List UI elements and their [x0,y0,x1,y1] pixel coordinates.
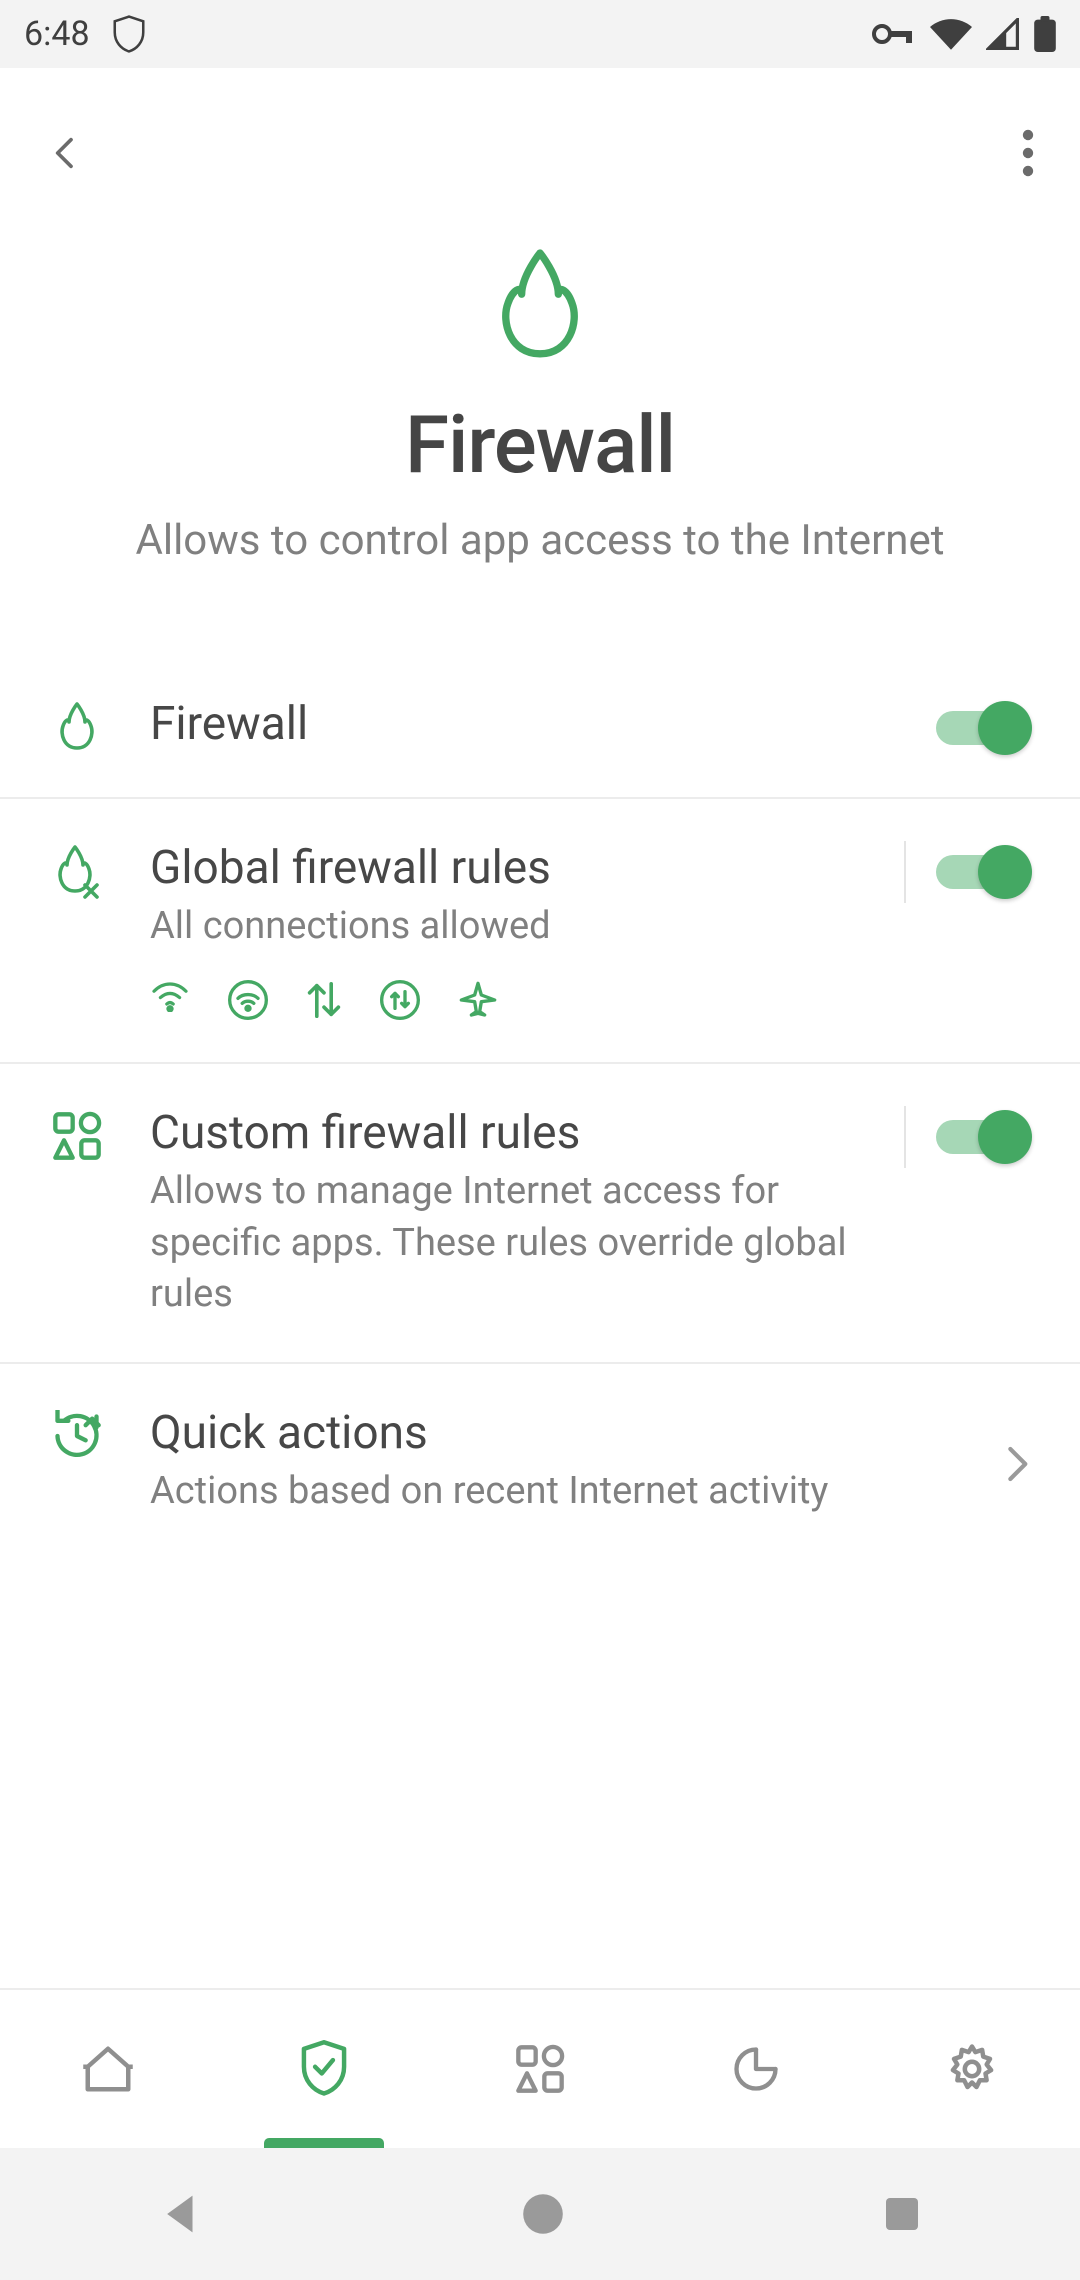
system-nav-bar [0,2148,1080,2280]
page-title: Firewall [405,398,675,492]
row-title: Quick actions [150,1406,982,1460]
flame-icon [48,701,106,755]
settings-list: Firewall Global firewall rules All conne… [0,655,1080,1988]
nav-settings[interactable] [864,1990,1080,2148]
flame-icon [485,248,595,368]
divider [904,841,906,903]
row-subtitle: Actions based on recent Internet activit… [150,1466,870,1517]
row-subtitle: Allows to manage Internet access for spe… [150,1166,870,1320]
page-subtitle: Allows to control app access to the Inte… [135,516,944,565]
nav-apps[interactable] [432,1990,648,2148]
shield-outline-icon [110,13,148,55]
custom-rules-toggle[interactable] [936,1110,1032,1164]
nav-home[interactable] [0,1990,216,2148]
chevron-right-icon [1002,1444,1032,1484]
cell-signal-icon [986,18,1020,50]
row-title: Global firewall rules [150,841,884,895]
battery-icon [1034,16,1056,52]
flame-x-icon [48,845,106,901]
sys-back-icon[interactable] [158,2191,204,2237]
status-time: 6:48 [24,14,90,54]
back-button[interactable] [46,133,86,173]
more-menu-button[interactable] [1022,129,1034,177]
nav-stats[interactable] [648,1990,864,2148]
app-bar [0,68,1080,238]
sys-home-icon[interactable] [521,2192,565,2236]
vpn-key-icon [872,22,916,46]
row-title: Firewall [150,697,916,751]
row-subtitle: All connections allowed [150,901,870,952]
history-icon [48,1410,106,1462]
wifi-icon [930,18,972,50]
wifi-small-icon [150,980,190,1020]
mobile-data-icon [306,980,342,1020]
row-custom-rules[interactable]: Custom firewall rules Allows to manage I… [0,1064,1080,1364]
nav-protection[interactable] [216,1990,432,2148]
sys-recent-icon[interactable] [882,2194,922,2234]
global-rules-toggle[interactable] [936,845,1032,899]
airplane-icon [458,980,498,1020]
page-hero: Firewall Allows to control app access to… [0,238,1080,655]
connection-type-icons [150,980,884,1020]
wifi-circle-icon [228,980,268,1020]
shapes-grid-icon [48,1110,106,1162]
row-global-rules[interactable]: Global firewall rules All connections al… [0,799,1080,1064]
bottom-nav [0,1988,1080,2148]
status-bar: 6:48 [0,0,1080,68]
divider [904,1106,906,1168]
row-title: Custom firewall rules [150,1106,884,1160]
data-circle-icon [380,980,420,1020]
row-quick-actions[interactable]: Quick actions Actions based on recent In… [0,1364,1080,1559]
row-firewall[interactable]: Firewall [0,655,1080,799]
firewall-toggle[interactable] [936,701,1032,755]
nav-active-indicator [264,2138,384,2148]
